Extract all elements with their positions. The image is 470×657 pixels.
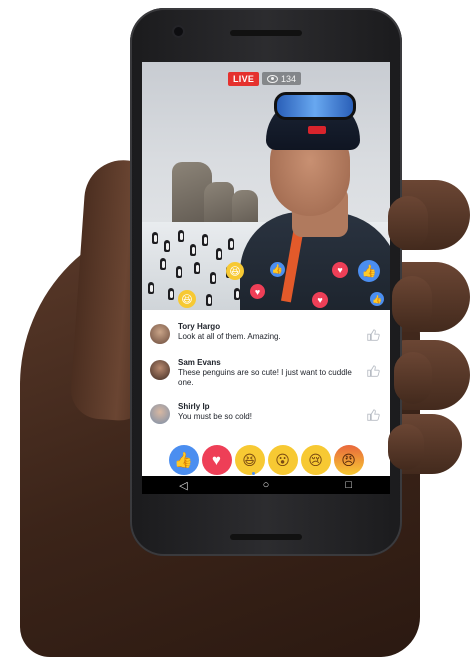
front-camera: [174, 27, 183, 36]
thumbs-up-icon[interactable]: [366, 408, 380, 422]
penguin: [178, 230, 184, 242]
laughing-face-icon: 😆: [242, 452, 257, 468]
penguin: [228, 238, 234, 250]
recents-icon[interactable]: □: [337, 479, 361, 491]
penguin: [206, 294, 212, 306]
penguin: [152, 232, 158, 244]
fingertip-3: [394, 352, 432, 404]
eye-icon: [267, 74, 278, 83]
comment-text: Look at all of them. Amazing.: [178, 332, 281, 341]
heart-icon: ♥: [212, 451, 221, 469]
surprised-face-icon: 😮: [275, 452, 290, 468]
live-badge: LIVE: [228, 72, 260, 86]
angry-face-icon: 😠: [341, 452, 356, 468]
comment-item: Sam Evans These penguins are so cute! I …: [150, 358, 382, 394]
penguin: [164, 240, 170, 252]
viewer-count: 134: [281, 73, 297, 84]
penguin: [168, 288, 174, 300]
comment-author[interactable]: Sam Evans: [178, 358, 221, 367]
thumbs-up-icon[interactable]: [366, 328, 380, 342]
reaction-bar: 👍 ♥ 😆 😮 😢 😠: [142, 440, 390, 480]
angry-reaction-button[interactable]: 😠: [333, 445, 364, 475]
wow-reaction-button[interactable]: 😮: [267, 445, 298, 475]
selected-reaction-indicator: [252, 472, 255, 475]
floating-love-icon: ♥: [332, 262, 348, 278]
beanie-logo: [308, 126, 326, 134]
presenter-goggles: [274, 92, 356, 120]
comment-author[interactable]: Shirly Ip: [178, 402, 210, 411]
avatar: [150, 360, 170, 380]
like-reaction-button[interactable]: 👍: [168, 445, 199, 475]
comment-item: Shirly Ip You must be so cold!: [150, 402, 382, 438]
penguin: [148, 282, 154, 294]
sad-reaction-button[interactable]: 😢: [300, 445, 331, 475]
fingertip-2: [392, 276, 432, 330]
home-icon[interactable]: ○: [254, 479, 278, 491]
love-reaction-button[interactable]: ♥: [201, 445, 232, 475]
floating-haha-icon: 😆: [178, 290, 196, 308]
penguin: [160, 258, 166, 270]
floating-love-icon: ♥: [312, 292, 328, 308]
thumbs-up-icon[interactable]: [366, 364, 380, 378]
thumbs-up-icon: 👍: [174, 451, 193, 469]
penguin: [194, 262, 200, 274]
avatar: [150, 404, 170, 424]
phone-screen: LIVE 134 😆 😆 ♥ 👍 ♥ ♥ 👍 👍 Tory Hargo Look…: [142, 62, 390, 494]
back-icon[interactable]: ◁: [171, 479, 195, 492]
haha-reaction-button[interactable]: 😆: [234, 445, 265, 475]
comment-item: Tory Hargo Look at all of them. Amazing.: [150, 322, 382, 358]
comment-text: You must be so cold!: [178, 412, 252, 421]
avatar: [150, 324, 170, 344]
penguin: [202, 234, 208, 246]
floating-like-icon: 👍: [370, 292, 384, 306]
penguin: [190, 244, 196, 256]
live-video[interactable]: LIVE 134 😆 😆 ♥ 👍 ♥ ♥ 👍 👍: [142, 62, 390, 310]
penguin: [216, 248, 222, 260]
sad-face-icon: 😢: [308, 452, 323, 468]
floating-like-icon: 👍: [270, 262, 285, 277]
comment-list: Tory Hargo Look at all of them. Amazing.…: [142, 310, 390, 440]
comment-author[interactable]: Tory Hargo: [178, 322, 220, 331]
fingertip-4: [388, 424, 424, 470]
penguin: [176, 266, 182, 278]
floating-haha-icon: 😆: [226, 262, 244, 280]
android-nav-bar: ◁ ○ □: [142, 476, 390, 494]
fingertip-1: [388, 196, 428, 250]
floating-like-icon: 👍: [358, 260, 380, 282]
floating-love-icon: ♥: [250, 284, 265, 299]
viewer-count-badge: 134: [262, 72, 302, 85]
penguin: [210, 272, 216, 284]
earpiece-speaker: [230, 30, 302, 36]
bottom-speaker: [230, 534, 302, 540]
comment-text: These penguins are so cute! I just want …: [178, 368, 352, 387]
phone-device: LIVE 134 😆 😆 ♥ 👍 ♥ ♥ 👍 👍 Tory Hargo Look…: [130, 8, 402, 556]
